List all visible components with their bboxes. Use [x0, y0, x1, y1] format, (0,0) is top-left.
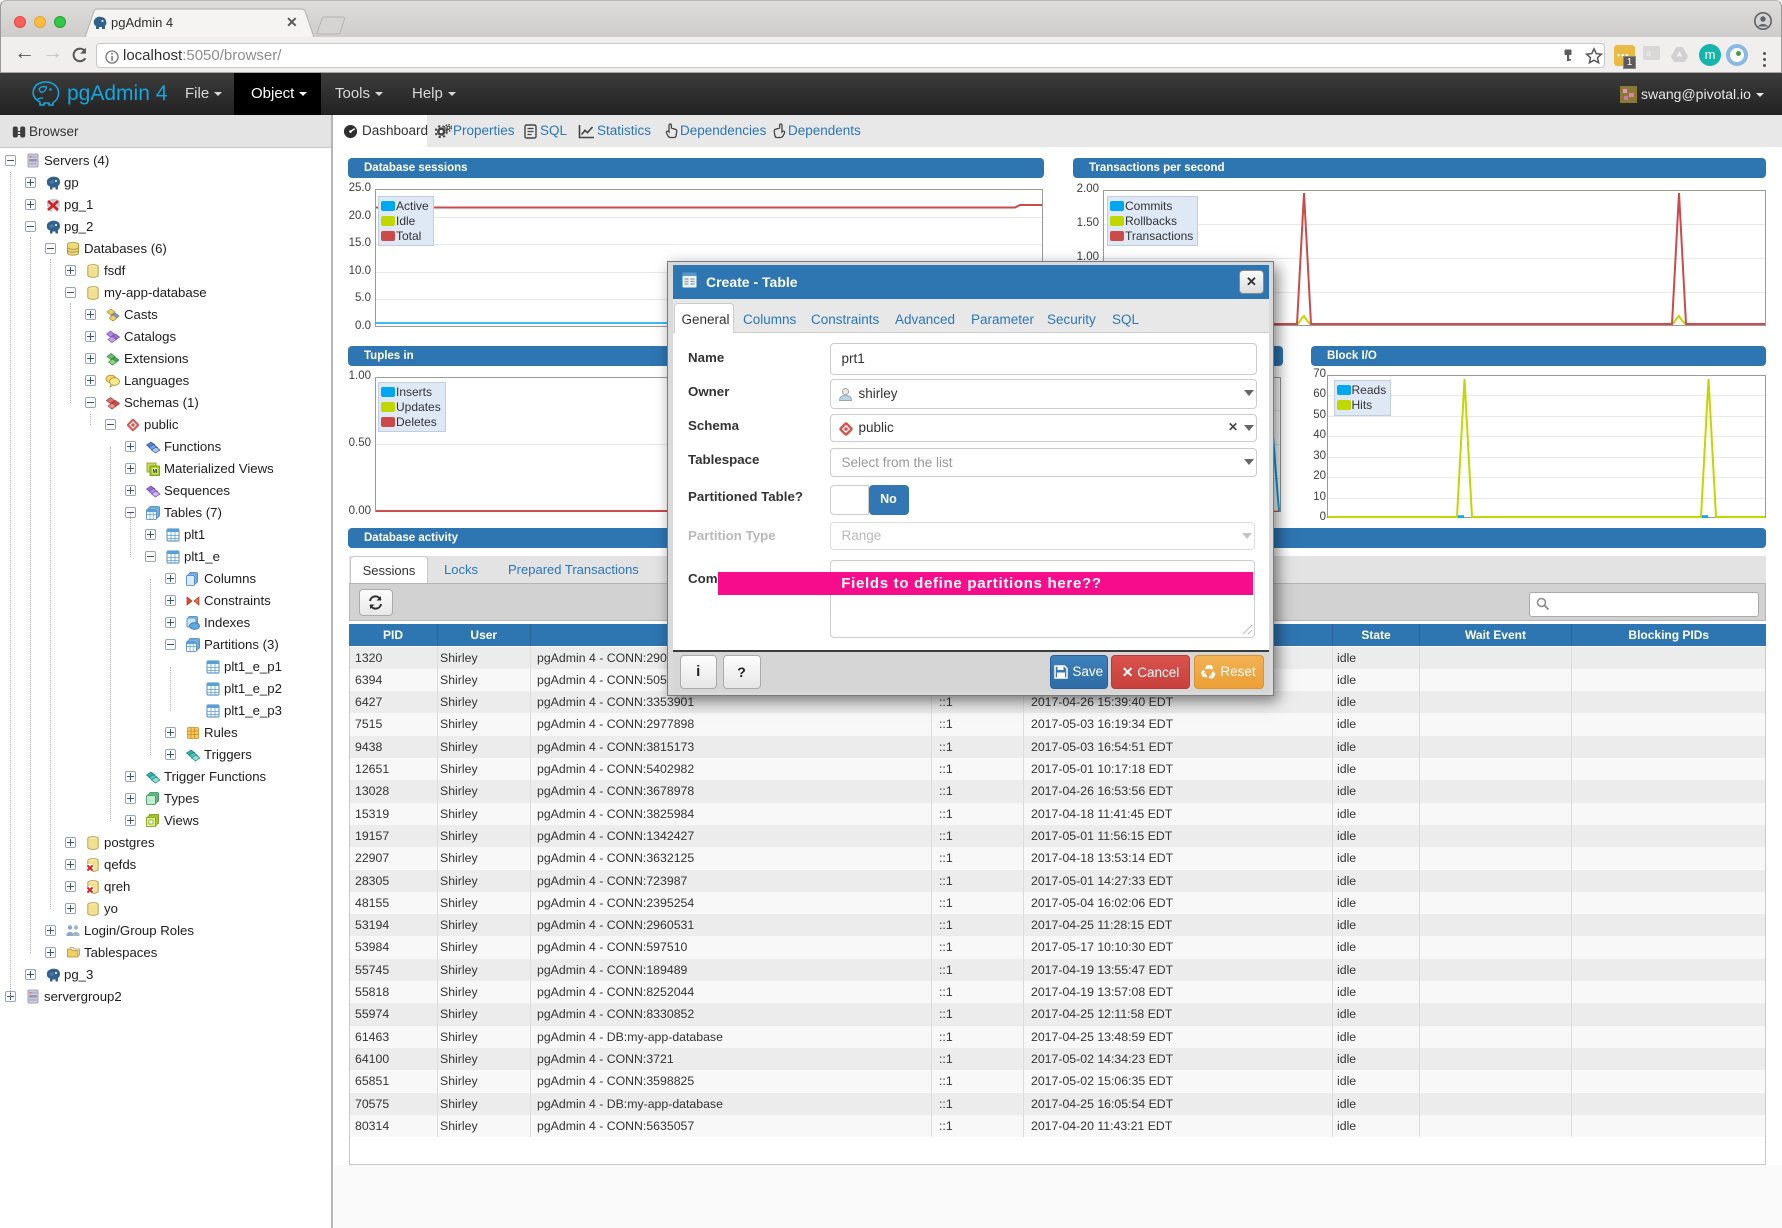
svg-text:M: M	[153, 469, 158, 475]
